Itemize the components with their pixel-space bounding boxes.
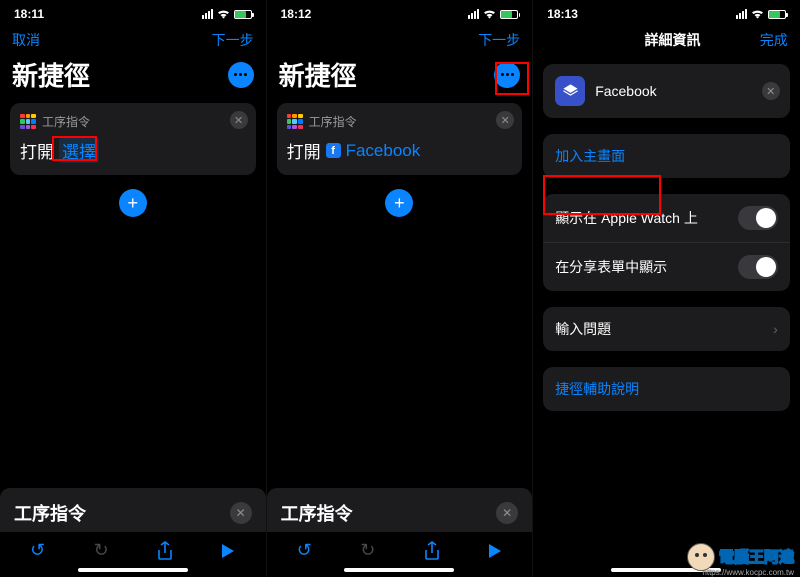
settings-group-1: 加入主畫面	[543, 134, 790, 178]
layers-icon	[562, 83, 579, 100]
action-card[interactable]: 工序指令 ✕ 打開 選擇	[10, 103, 256, 175]
shortcut-tile[interactable]: Facebook ✕	[543, 64, 790, 118]
input-question-label: 輸入問題	[555, 319, 611, 339]
input-question-row[interactable]: 輸入問題 ›	[543, 307, 790, 351]
add-action-button[interactable]: +	[385, 189, 413, 217]
chevron-right-icon: ›	[773, 321, 778, 337]
clear-name-button[interactable]: ✕	[762, 82, 780, 100]
more-button[interactable]	[494, 62, 520, 88]
cancel-button[interactable]: 取消	[12, 30, 40, 50]
toolbar: ↺ ↻	[0, 532, 266, 565]
ellipsis-icon	[501, 73, 514, 76]
home-indicator[interactable]	[78, 568, 188, 572]
apps-icon	[20, 114, 36, 130]
status-icons	[736, 9, 786, 19]
watermark-text: 電腦王阿達	[719, 550, 794, 565]
add-to-home-row[interactable]: 加入主畫面	[543, 134, 790, 178]
select-token[interactable]: 選擇	[59, 138, 99, 163]
status-bar: 18:12	[267, 0, 533, 24]
facebook-icon: f	[326, 143, 341, 158]
play-button[interactable]	[221, 543, 235, 559]
settings-group-2: 顯示在 Apple Watch 上 在分享表單中顯示	[543, 194, 790, 291]
status-time: 18:13	[547, 7, 578, 21]
search-clear-button[interactable]: ✕	[230, 502, 252, 524]
next-button[interactable]: 下一步	[212, 30, 254, 50]
action-card[interactable]: 工序指令 ✕ 打開 f Facebook	[277, 103, 523, 175]
page-title: 新捷徑	[279, 56, 357, 93]
page-title: 新捷徑	[12, 56, 90, 93]
apple-watch-label: 顯示在 Apple Watch 上	[555, 208, 698, 228]
card-close-button[interactable]: ✕	[230, 111, 248, 129]
pane-1: 18:11 取消 下一步 新捷徑 工序指令 ✕ 打開 選擇	[0, 0, 267, 577]
help-row[interactable]: 捷徑輔助說明	[543, 367, 790, 411]
home-indicator[interactable]	[344, 568, 454, 572]
settings-group-3: 輸入問題 ›	[543, 307, 790, 351]
search-title: 工序指令	[14, 500, 86, 526]
help-label: 捷徑輔助說明	[555, 379, 639, 399]
signal-icon	[468, 9, 479, 19]
share-button[interactable]	[424, 541, 440, 561]
title-row: 新捷徑	[0, 54, 266, 103]
nav-bar: 下一步	[267, 24, 533, 54]
share-sheet-toggle[interactable]	[738, 255, 778, 279]
status-icons	[202, 9, 252, 19]
nav-title: 詳細資訊	[644, 30, 700, 50]
apple-watch-row: 顯示在 Apple Watch 上	[543, 194, 790, 243]
search-title: 工序指令	[281, 500, 353, 526]
signal-icon	[736, 9, 747, 19]
redo-button: ↻	[360, 540, 375, 561]
watermark: 電腦王阿達	[687, 543, 794, 571]
status-icons	[468, 9, 518, 19]
battery-icon	[500, 10, 518, 19]
search-bar[interactable]: 工序指令 ✕	[267, 488, 533, 532]
more-button[interactable]	[228, 62, 254, 88]
undo-button[interactable]: ↺	[30, 540, 45, 561]
undo-button[interactable]: ↺	[297, 540, 312, 561]
nav-bar: 取消 下一步	[0, 24, 266, 54]
search-clear-button[interactable]: ✕	[496, 502, 518, 524]
signal-icon	[202, 9, 213, 19]
status-time: 18:12	[281, 7, 312, 21]
status-time: 18:11	[14, 7, 44, 21]
redo-button: ↻	[94, 540, 109, 561]
nav-bar: 詳細資訊 完成	[533, 24, 800, 54]
add-to-home-label: 加入主畫面	[555, 146, 625, 166]
apple-watch-toggle[interactable]	[738, 206, 778, 230]
ellipsis-icon	[234, 73, 247, 76]
share-button[interactable]	[157, 541, 173, 561]
settings-group-4: 捷徑輔助說明	[543, 367, 790, 411]
card-label: 工序指令	[309, 113, 357, 130]
app-token[interactable]: Facebook	[346, 141, 421, 161]
shortcut-icon[interactable]	[555, 76, 585, 106]
pane-3: 18:13 詳細資訊 完成 Facebook ✕ 加入主畫面	[533, 0, 800, 577]
action-verb: 打開	[20, 138, 54, 163]
wifi-icon	[217, 9, 230, 19]
battery-icon	[768, 10, 786, 19]
shortcut-name[interactable]: Facebook	[595, 83, 656, 99]
title-row: 新捷徑	[267, 54, 533, 103]
play-button[interactable]	[488, 543, 502, 559]
add-action-button[interactable]: +	[119, 189, 147, 217]
apps-icon	[287, 114, 303, 130]
share-sheet-row: 在分享表單中顯示	[543, 243, 790, 291]
pane-2: 18:12 下一步 新捷徑 工序指令 ✕ 打開 f Facebook	[267, 0, 534, 577]
share-sheet-label: 在分享表單中顯示	[555, 257, 667, 277]
next-button[interactable]: 下一步	[478, 30, 520, 50]
battery-icon	[234, 10, 252, 19]
status-bar: 18:13	[533, 0, 800, 24]
card-label: 工序指令	[42, 113, 90, 130]
toolbar: ↺ ↻	[267, 532, 533, 565]
wifi-icon	[751, 9, 764, 19]
search-bar[interactable]: 工序指令 ✕	[0, 488, 266, 532]
action-verb: 打開	[287, 138, 321, 163]
status-bar: 18:11	[0, 0, 266, 24]
wifi-icon	[483, 9, 496, 19]
watermark-face-icon	[687, 543, 715, 571]
done-button[interactable]: 完成	[760, 30, 788, 50]
